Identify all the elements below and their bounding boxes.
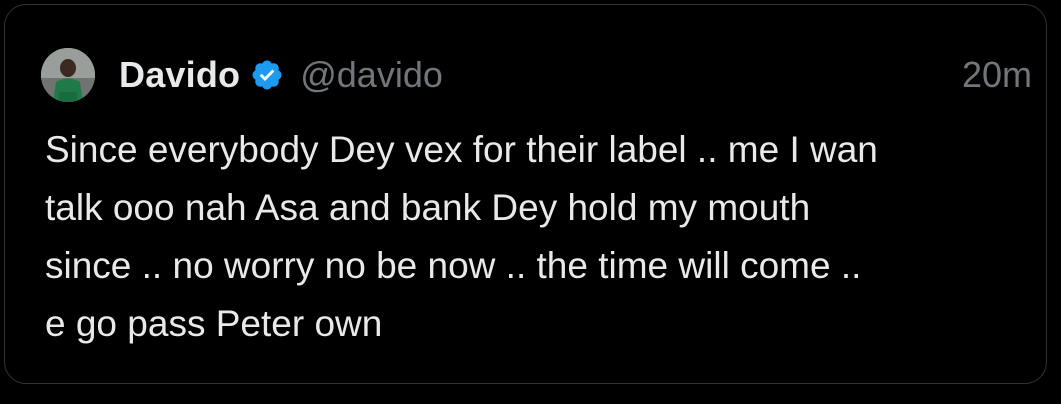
tweet-text-line: talk ooo nah Asa and bank Dey hold my mo… [45, 187, 811, 228]
tweet-text-line: Since everybody Dey vex for their label … [45, 129, 878, 170]
author-handle[interactable]: @davido [300, 54, 443, 96]
tweet-text-line: since .. no worry no be now .. the time … [45, 245, 862, 286]
verified-badge-icon [250, 58, 284, 92]
tweet-header: Davido @davido 20m [41, 47, 1032, 103]
tweet-text: Since everybody Dey vex for their label … [45, 121, 1045, 353]
tweet-text-line: e go pass Peter own [45, 303, 383, 344]
author-display-name[interactable]: Davido [119, 54, 240, 96]
avatar[interactable] [41, 48, 95, 102]
tweet-card[interactable]: Davido @davido 20m Since everybody Dey v… [4, 4, 1047, 384]
tweet-timestamp[interactable]: 20m [962, 54, 1032, 96]
profile-photo-icon [41, 48, 95, 102]
